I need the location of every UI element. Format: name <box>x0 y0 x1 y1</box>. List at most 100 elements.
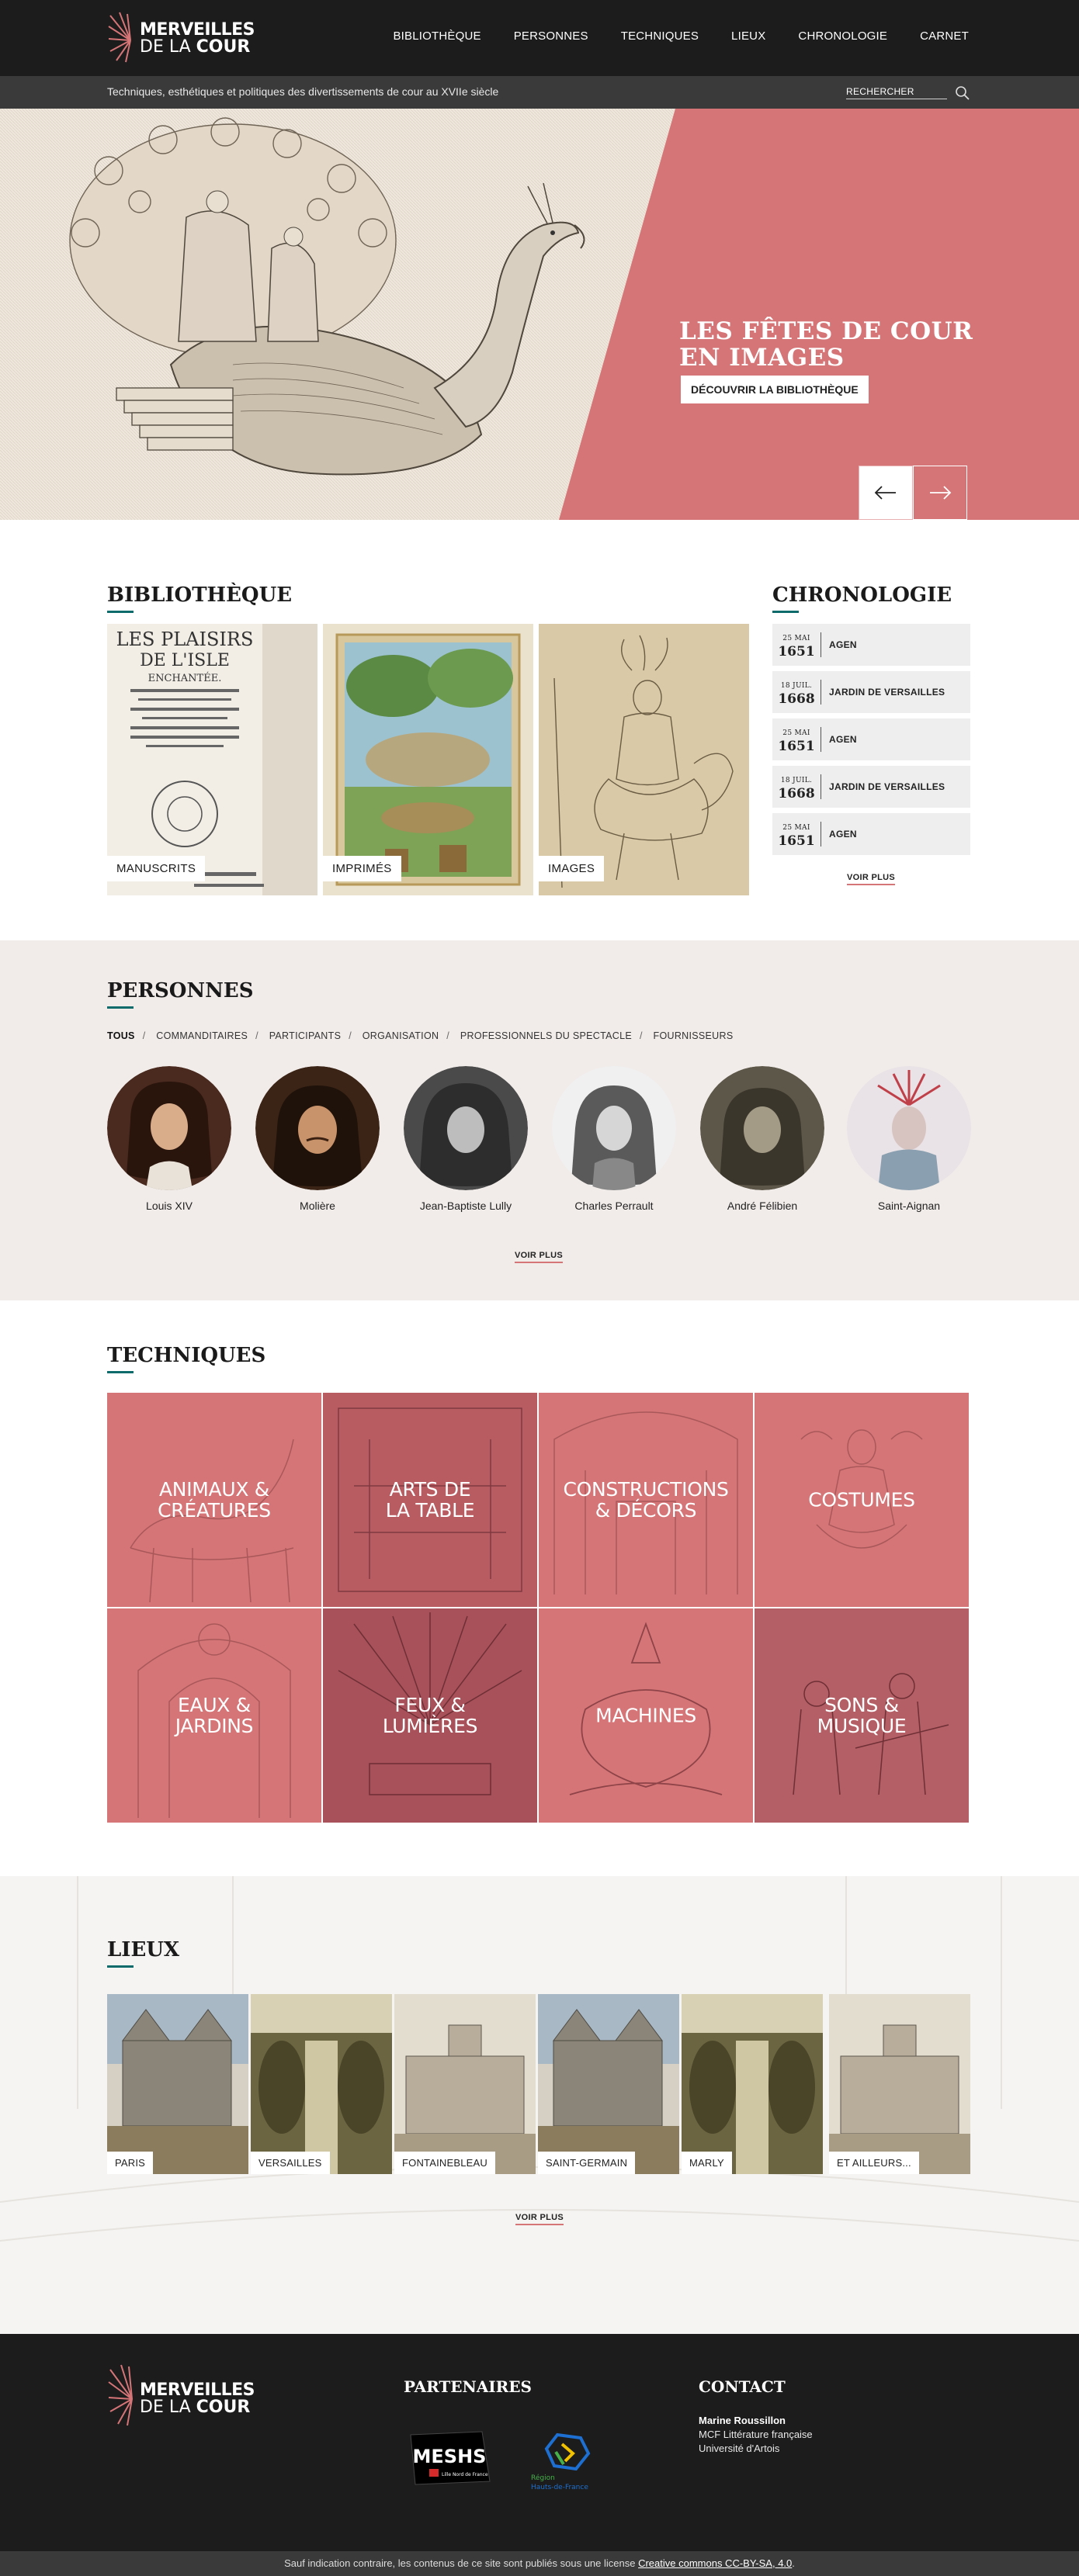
logo-line-2a: DE LA <box>140 2398 191 2417</box>
contact-block: Marine Roussillon MCF Littérature frança… <box>699 2414 813 2456</box>
arrow-right-icon <box>930 486 952 500</box>
contact-heading: CONTACT <box>699 2377 786 2396</box>
tech-tile-eaux[interactable]: EAUX & JARDINS <box>107 1608 321 1823</box>
portrait-felibien <box>700 1066 824 1190</box>
meshs-logo-subtext: Lille Nord de France <box>442 2472 488 2477</box>
bib-label-manuscrits[interactable]: MANUSCRITS <box>107 856 206 881</box>
person-card-saint-aignan[interactable]: Saint-Aignan <box>846 1066 972 1212</box>
discover-library-button[interactable]: DÉCOUVRIR LA BIBLIOTHÈQUE <box>681 376 869 403</box>
bib-card-images[interactable]: IMAGES <box>539 624 749 895</box>
person-card-perrault[interactable]: Charles Perrault <box>551 1066 677 1212</box>
site-logo[interactable]: MERVEILLES DE LA COUR <box>107 11 262 65</box>
portrait-lully <box>404 1066 528 1190</box>
filter-fournisseurs[interactable]: FOURNISSEURS <box>654 1030 734 1041</box>
lieu-image-chateau <box>829 1994 970 2174</box>
partner-region-logo[interactable]: Région Hauts-de-France <box>526 2430 612 2501</box>
tech-tile-arts-table[interactable]: ARTS DE LA TABLE <box>323 1393 537 1607</box>
tech-label: EAUX & JARDINS <box>175 1694 254 1737</box>
personnes-more-link[interactable]: VOIR PLUS <box>515 1251 563 1263</box>
tech-label: ARTS DE LA TABLE <box>385 1478 475 1522</box>
lieu-card-saint-germain[interactable]: SAINT-GERMAIN <box>538 1994 679 2174</box>
carousel-prev-button[interactable] <box>859 466 913 520</box>
filter-separator: / <box>142 1030 146 1041</box>
portrait-louis-xiv <box>107 1066 231 1190</box>
lieu-image-gardens <box>682 1994 823 2174</box>
chrono-item[interactable]: 25 MAI 1651 AGEN <box>772 813 970 855</box>
lieu-image-gardens <box>251 1994 392 2174</box>
partner-meshs-logo[interactable]: MESHS Lille Nord de France <box>408 2430 493 2490</box>
chronologie-more-link[interactable]: VOIR PLUS <box>847 873 895 885</box>
bib-card-manuscrits[interactable]: LES PLAISIRS DE L'ISLE ENCHANTÉE. MANUSC… <box>107 624 317 895</box>
filter-organisation[interactable]: ORGANISATION <box>363 1030 439 1041</box>
search-input[interactable] <box>846 84 947 99</box>
hero-title: LES FÊTES DE COUR EN IMAGES <box>679 318 973 371</box>
chrono-place: JARDIN DE VERSAILLES <box>829 781 945 792</box>
tech-tile-costumes[interactable]: COSTUMES <box>755 1393 969 1607</box>
portrait-saint-aignan <box>847 1066 971 1190</box>
portrait-moliere <box>255 1066 380 1190</box>
person-card-louis-xiv[interactable]: Louis XIV <box>106 1066 232 1212</box>
filter-commanditaires[interactable]: COMMANDITAIRES <box>156 1030 248 1041</box>
person-card-moliere[interactable]: Molière <box>255 1066 380 1212</box>
bib-label-images[interactable]: IMAGES <box>539 856 605 881</box>
techniques-grid: ANIMAUX & CRÉATURES ARTS DE LA TABLE CON… <box>107 1393 970 1824</box>
person-card-felibien[interactable]: André Félibien <box>699 1066 825 1212</box>
chrono-item[interactable]: 18 JUIL. 1668 JARDIN DE VERSAILLES <box>772 766 970 808</box>
contact-role: MCF Littérature française <box>699 2429 813 2440</box>
chrono-day-month: 25 MAI <box>782 823 810 832</box>
chrono-item[interactable]: 25 MAI 1651 AGEN <box>772 718 970 760</box>
nav-bibliotheque[interactable]: BIBLIOTHÈQUE <box>393 29 481 43</box>
search-icon[interactable] <box>955 85 970 101</box>
chrono-date: 25 MAI 1651 <box>772 823 821 848</box>
tech-label: COSTUMES <box>808 1488 915 1511</box>
legal-notice-bar: Sauf indication contraire, les contenus … <box>0 2551 1079 2576</box>
carousel-next-button[interactable] <box>913 466 967 520</box>
person-name: Molière <box>300 1200 335 1212</box>
tech-tile-sons[interactable]: SONS & MUSIQUE <box>755 1608 969 1823</box>
logo-firework-mark <box>108 2364 133 2426</box>
personnes-section: PERSONNES TOUS / COMMANDITAIRES / PARTICIP… <box>0 940 1079 1300</box>
lieu-card-marly[interactable]: MARLY <box>682 1994 823 2174</box>
nav-lieux[interactable]: LIEUX <box>731 29 765 43</box>
search-box <box>846 84 970 101</box>
chrono-date: 25 MAI 1651 <box>772 729 821 754</box>
chrono-year: 1651 <box>778 738 815 754</box>
nav-personnes[interactable]: PERSONNES <box>514 29 588 43</box>
logo-line-2b: COUR <box>196 37 251 57</box>
tech-tile-machines[interactable]: MACHINES <box>539 1608 753 1823</box>
tech-tile-animaux[interactable]: ANIMAUX & CRÉATURES <box>107 1393 321 1607</box>
filter-tous[interactable]: TOUS <box>107 1030 135 1041</box>
bib-label-imprimes[interactable]: IMPRIMÉS <box>323 856 401 881</box>
license-link[interactable]: Creative commons CC-BY-SA, 4.0 <box>638 2557 792 2569</box>
chrono-item[interactable]: 25 MAI 1651 AGEN <box>772 624 970 666</box>
person-name: Louis XIV <box>146 1200 193 1212</box>
personnes-heading: PERSONNES <box>107 979 254 1009</box>
nav-carnet[interactable]: CARNET <box>920 29 969 43</box>
chrono-item[interactable]: 18 JUIL. 1668 JARDIN DE VERSAILLES <box>772 671 970 713</box>
region-logo-text-2: Hauts-de-France <box>531 2484 588 2491</box>
lieu-card-ailleurs[interactable]: ET AILLEURS... <box>829 1994 970 2174</box>
filter-professionnels[interactable]: PROFESSIONNELS DU SPECTACLE <box>460 1030 632 1041</box>
lieu-card-paris[interactable]: PARIS <box>107 1994 248 2174</box>
hero-title-line-1: LES FÊTES DE COUR <box>679 317 973 345</box>
nav-techniques[interactable]: TECHNIQUES <box>621 29 699 43</box>
nav-chronologie[interactable]: CHRONOLOGIE <box>798 29 887 43</box>
logo-line-2: DE LA COUR <box>140 2399 255 2416</box>
lieu-card-fontainebleau[interactable]: FONTAINEBLEAU <box>394 1994 536 2174</box>
filter-participants[interactable]: PARTICIPANTS <box>269 1030 342 1041</box>
chrono-day-month: 25 MAI <box>782 634 810 642</box>
logo-line-2b: COUR <box>196 2398 251 2417</box>
footer-logo[interactable]: MERVEILLES DE LA COUR <box>107 2363 262 2429</box>
tech-tile-constructions[interactable]: CONSTRUCTIONS & DÉCORS <box>539 1393 753 1607</box>
chrono-day-month: 18 JUIL. <box>780 776 813 784</box>
lieu-card-versailles[interactable]: VERSAILLES <box>251 1994 392 2174</box>
techniques-heading: TECHNIQUES <box>107 1344 266 1373</box>
person-card-lully[interactable]: Jean-Baptiste Lully <box>403 1066 529 1212</box>
bib-card-imprimes[interactable]: IMPRIMÉS <box>323 624 533 895</box>
lieu-label: PARIS <box>107 2152 154 2174</box>
portrait-perrault <box>552 1066 676 1190</box>
chrono-date: 18 JUIL. 1668 <box>772 681 821 706</box>
tech-tile-feux[interactable]: FEUX & LUMIÈRES <box>323 1608 537 1823</box>
logo-line-1: MERVEILLES <box>140 2380 255 2400</box>
lieux-more-link[interactable]: VOIR PLUS <box>515 2213 564 2225</box>
